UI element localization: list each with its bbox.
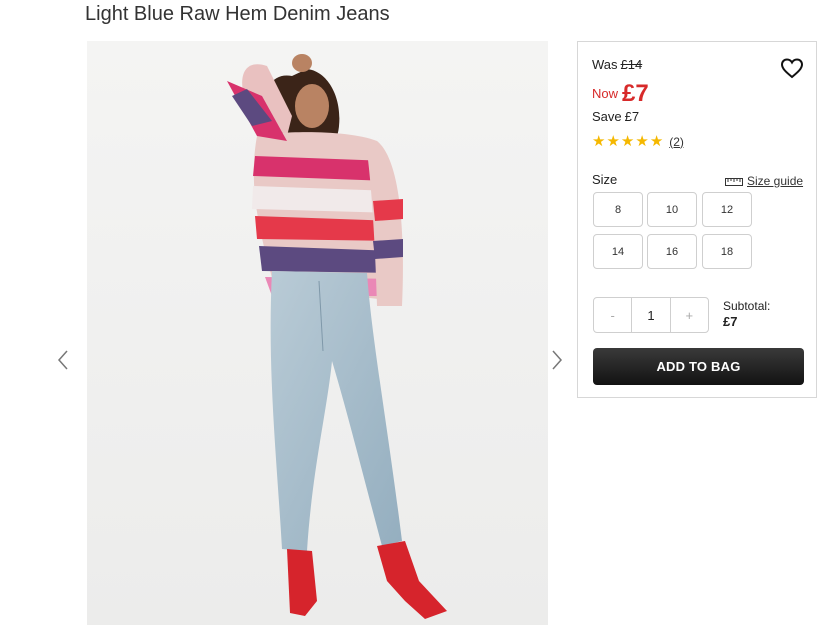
was-label: Was <box>592 57 618 72</box>
star-icon: ★ <box>649 133 664 150</box>
product-image <box>87 41 548 625</box>
quantity-input[interactable]: 1 <box>631 298 671 332</box>
quantity-increase-button[interactable]: + <box>671 298 708 332</box>
save-amount: Save £7 <box>592 109 639 124</box>
chevron-left-icon <box>57 350 68 370</box>
quantity-stepper: - 1 + <box>593 297 709 333</box>
quantity-decrease-button[interactable]: - <box>594 298 631 332</box>
size-option-14[interactable]: 14 <box>593 234 643 269</box>
model-photo <box>87 41 548 625</box>
subtotal-amount: £7 <box>723 314 738 329</box>
star-icon: ★ <box>620 133 635 150</box>
review-count-link[interactable]: (2) <box>669 135 684 149</box>
carousel-prev-button[interactable] <box>56 348 74 376</box>
star-icon: ★ <box>606 133 620 150</box>
size-option-18[interactable]: 18 <box>702 234 752 269</box>
now-price: Now £7 <box>592 77 649 107</box>
subtotal: Subtotal: £7 <box>723 298 770 330</box>
star-icon: ★ <box>592 133 606 150</box>
rating: ★ ★ ★ ★ ★ (2) <box>592 134 684 149</box>
now-label: Now <box>592 86 619 101</box>
was-price-value: £14 <box>620 57 643 72</box>
wishlist-button[interactable] <box>780 56 804 80</box>
chevron-right-icon <box>552 350 563 370</box>
size-option-8[interactable]: 8 <box>593 192 643 227</box>
size-option-12[interactable]: 12 <box>702 192 752 227</box>
purchase-panel: Was £14 Now £7 Save £7 ★ ★ ★ ★ ★ (2) Size S… <box>577 41 817 398</box>
now-price-value: £7 <box>622 80 649 107</box>
add-to-bag-button[interactable]: ADD TO BAG <box>593 348 804 385</box>
size-option-16[interactable]: 16 <box>647 234 697 269</box>
star-icon: ★ <box>635 133 649 150</box>
save-amount-value: £7 <box>624 109 640 124</box>
size-option-10[interactable]: 10 <box>647 192 697 227</box>
size-label: Size <box>592 172 618 187</box>
save-label: Save <box>592 109 622 124</box>
ruler-icon <box>725 178 743 186</box>
size-guide-link[interactable]: Size guide <box>725 174 803 188</box>
heart-icon <box>780 58 804 79</box>
page-title: Light Blue Raw Hem Denim Jeans <box>85 3 390 25</box>
carousel-next-button[interactable] <box>550 348 568 376</box>
was-price: Was £14 <box>592 57 642 72</box>
subtotal-label: Subtotal: <box>723 299 771 313</box>
size-guide-label: Size guide <box>747 174 804 188</box>
